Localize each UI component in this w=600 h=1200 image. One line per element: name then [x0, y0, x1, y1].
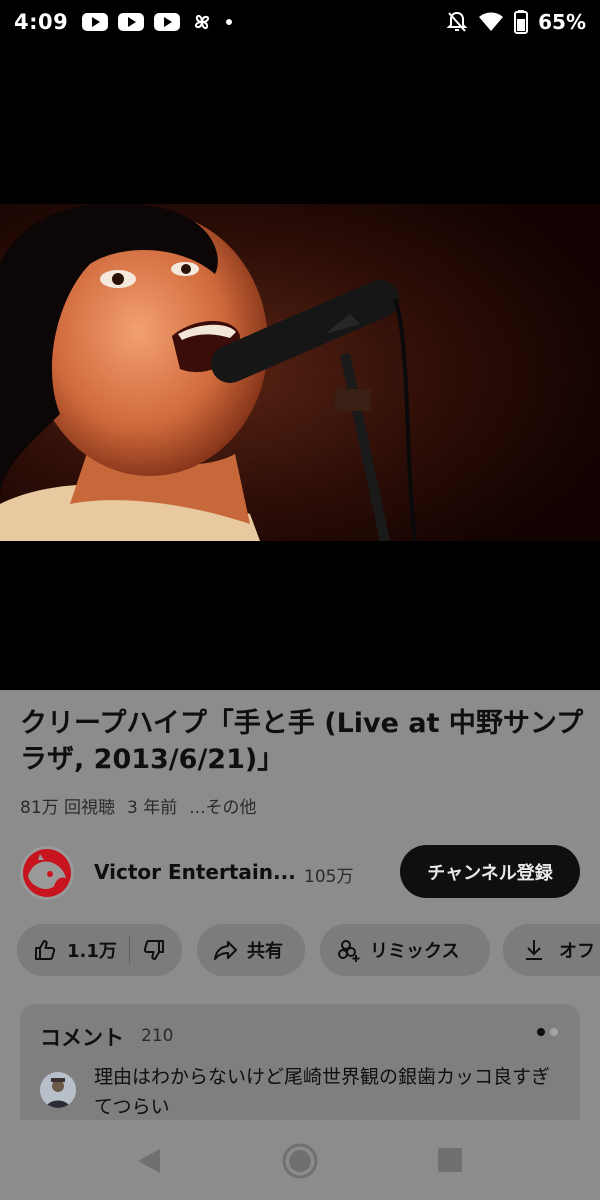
top-comment-text: 理由はわからないけど尾崎世界観の銀歯カッコ良すぎてつらい [94, 1066, 551, 1118]
status-time: 4:09 [14, 10, 69, 34]
like-icon[interactable] [33, 938, 57, 962]
home-icon[interactable] [282, 1143, 318, 1179]
battery-icon [514, 10, 529, 34]
status-right-group: 65% [446, 0, 586, 44]
action-bar: 1.1万 共有 リミックス オフ [17, 924, 600, 976]
offline-label: オフ [559, 941, 595, 962]
battery-percent: 65% [538, 10, 586, 34]
back-icon[interactable] [136, 1147, 162, 1175]
recents-icon[interactable] [438, 1148, 462, 1172]
share-label: 共有 [247, 941, 283, 962]
pinwheel-icon [195, 14, 210, 30]
channel-row[interactable]: Victor Entertain... 105万 チャンネル登録 [0, 840, 600, 904]
video-thumbnail-image [0, 204, 600, 541]
like-dislike-chip: 1.1万 [17, 924, 182, 976]
video-frame[interactable] [0, 204, 600, 541]
offline-button[interactable]: オフ [503, 924, 600, 976]
comments-title: コメント [40, 1026, 124, 1050]
video-player[interactable] [0, 44, 600, 690]
video-title[interactable]: クリープハイプ「手と手 (Live at 中野サンプラザ, 2013/6/21)… [20, 706, 590, 778]
video-details-panel: クリープハイプ「手と手 (Live at 中野サンプラザ, 2013/6/21)… [0, 690, 600, 1120]
comments-panel[interactable]: コメント 210 理由はわからないけど尾崎世界観の銀歯カッコ良すぎてつらい [20, 1004, 580, 1120]
comments-count: 210 [141, 1026, 174, 1046]
youtube-notification-icon [154, 13, 181, 31]
status-bar: 4:09 65% [0, 0, 600, 44]
youtube-notification-icon [118, 13, 145, 31]
share-button[interactable]: 共有 [197, 924, 305, 976]
remix-label: リミックス [370, 941, 460, 962]
remix-button[interactable]: リミックス [320, 924, 490, 976]
view-count: 81万 回視聴 [20, 798, 116, 818]
share-icon [214, 941, 237, 960]
page-dot-active [537, 1028, 545, 1036]
comments-page-indicator [537, 1028, 558, 1036]
subscriber-count: 105万 [304, 867, 354, 887]
download-icon [526, 940, 542, 960]
dislike-icon[interactable] [142, 938, 166, 962]
video-meta[interactable]: 81万 回視聴 3 年前 ...その他 [20, 793, 257, 818]
dot-icon [226, 19, 233, 25]
wifi-icon [479, 12, 504, 31]
commenter-avatar[interactable] [40, 1072, 76, 1108]
channel-name[interactable]: Victor Entertain... [94, 860, 296, 884]
like-count[interactable]: 1.1万 [67, 937, 117, 963]
channel-avatar[interactable] [20, 846, 74, 900]
notifications-muted-icon [446, 11, 468, 32]
system-navigation-bar [0, 1120, 600, 1200]
youtube-notification-icon [82, 13, 109, 31]
subscribe-button[interactable]: チャンネル登録 [400, 845, 580, 898]
upload-age: 3 年前 [127, 798, 178, 818]
remix-icon [338, 940, 360, 962]
like-divider [128, 936, 130, 964]
more-link[interactable]: ...その他 [189, 793, 256, 818]
page-dot [550, 1028, 558, 1036]
